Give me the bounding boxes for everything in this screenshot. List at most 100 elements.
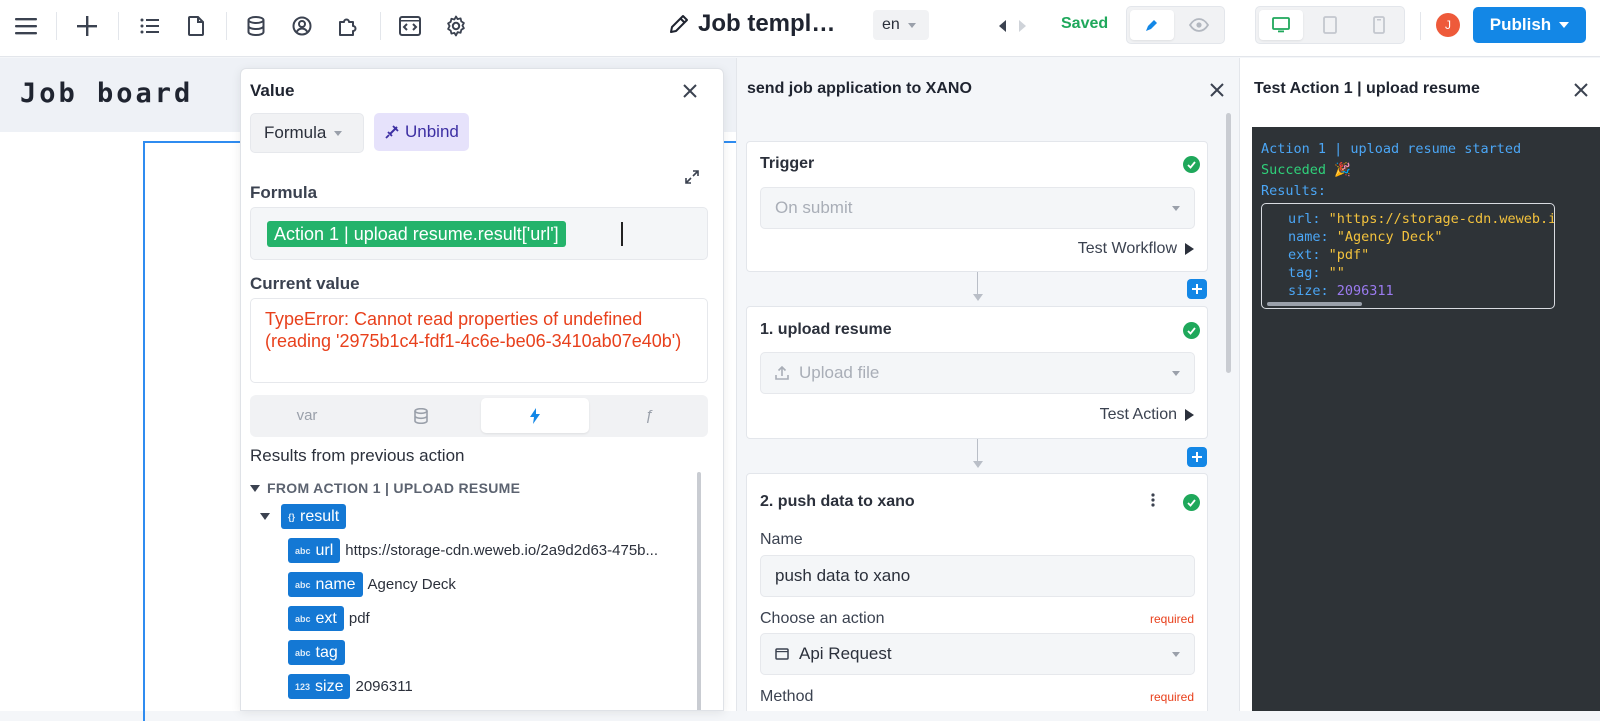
check-icon — [1183, 322, 1200, 339]
log-results-label: Results: — [1261, 183, 1327, 199]
avatar[interactable]: J — [1436, 13, 1460, 37]
field-chip[interactable]: abc url — [288, 538, 341, 563]
publish-button[interactable]: Publish — [1473, 7, 1586, 43]
result-field-row[interactable]: abc tag — [288, 640, 350, 665]
field-chip[interactable]: abc tag — [288, 640, 345, 665]
formula-label: Formula — [250, 183, 318, 202]
mobile-view-button[interactable] — [1357, 10, 1401, 40]
preview-mode-button[interactable] — [1177, 10, 1221, 40]
trigger-value: On submit — [775, 198, 853, 217]
action-group-label: FROM ACTION 1 | UPLOAD RESUME — [267, 480, 521, 496]
result-node[interactable]: {} result — [260, 504, 347, 529]
results-json-viewer[interactable]: url: "https://storage-cdn.weweb.io/2a na… — [1261, 203, 1555, 309]
test-action-label: Test Action — [1099, 406, 1177, 423]
panel-title: Value — [250, 81, 295, 100]
field-type: abc — [295, 647, 311, 658]
undo-arrow-icon[interactable] — [992, 12, 1012, 40]
workflow-panel: send job application to XANO Trigger On … — [736, 58, 1238, 711]
desktop-view-button[interactable] — [1259, 10, 1303, 40]
result-field-row[interactable]: abc name Agency Deck — [288, 572, 456, 597]
add-icon[interactable] — [73, 12, 101, 40]
toolbar-divider — [226, 12, 227, 40]
language-select[interactable]: en — [873, 10, 929, 40]
step-name-input[interactable]: push data to xano — [760, 555, 1195, 597]
scrollbar[interactable] — [1226, 113, 1231, 373]
edit-mode-button[interactable] — [1130, 10, 1174, 40]
field-chip[interactable]: abc ext — [288, 606, 344, 631]
code-window-icon[interactable] — [396, 12, 424, 40]
result-value: "pdf" — [1328, 247, 1370, 263]
result-field-row[interactable]: 123 size 2096311 — [288, 674, 413, 699]
chevron-down-icon — [1559, 22, 1570, 28]
horizontal-scrollbar[interactable] — [1267, 302, 1362, 306]
chevron-down-icon — [1172, 370, 1180, 376]
close-icon[interactable] — [1571, 80, 1591, 100]
result-value: "" — [1328, 265, 1345, 281]
plugin-puzzle-icon[interactable] — [334, 12, 362, 40]
more-options-icon[interactable] — [1151, 493, 1155, 507]
edit-preview-toggle — [1126, 6, 1225, 44]
pencil-icon — [668, 13, 690, 35]
field-key: size — [315, 677, 344, 695]
chevron-down-icon — [1172, 205, 1180, 211]
value-binding-panel: Value Formula Unbind Formula Action 1 | … — [240, 68, 724, 711]
device-toggle — [1255, 6, 1405, 44]
tablet-view-button[interactable] — [1308, 10, 1352, 40]
site-title[interactable]: Job board — [20, 78, 193, 109]
action-select[interactable]: Upload file — [760, 352, 1195, 394]
tab-variables[interactable]: var — [253, 398, 361, 433]
action-group-header[interactable]: FROM ACTION 1 | UPLOAD RESUME — [250, 480, 520, 496]
tab-formulas[interactable]: ƒ — [595, 398, 703, 433]
user-circle-icon[interactable] — [288, 12, 316, 40]
gear-icon[interactable] — [442, 12, 470, 40]
page-icon[interactable] — [182, 12, 210, 40]
page-title[interactable]: Job templ… — [668, 10, 835, 38]
card-title: 2. push data to xano — [760, 493, 915, 510]
tab-workflow-results[interactable] — [481, 398, 589, 433]
chevron-down-icon — [1172, 651, 1180, 657]
card-title: 1. upload resume — [760, 321, 892, 338]
test-workflow-button[interactable]: Test Workflow — [1078, 240, 1194, 258]
action-value: Upload file — [799, 363, 880, 382]
trigger-select[interactable]: On submit — [760, 187, 1195, 229]
add-step-button[interactable] — [1187, 279, 1207, 299]
result-key: result — [300, 507, 340, 525]
result-field-row[interactable]: abc ext pdf — [288, 606, 370, 631]
formula-editor[interactable]: Action 1 | upload resume.result['url'] — [250, 207, 708, 260]
field-chip[interactable]: abc name — [288, 572, 363, 597]
result-chip[interactable]: {} result — [281, 504, 347, 529]
check-icon — [1183, 494, 1200, 511]
close-icon[interactable] — [680, 81, 700, 101]
formula-token[interactable]: Action 1 | upload resume.result['url'] — [267, 221, 566, 247]
layers-list-icon[interactable] — [136, 12, 164, 40]
close-icon[interactable] — [1207, 80, 1227, 100]
result-field-row[interactable]: abc url https://storage-cdn.weweb.io/2a9d… — [288, 538, 658, 563]
field-chip[interactable]: 123 size — [288, 674, 351, 699]
menu-icon[interactable] — [12, 12, 40, 40]
binding-mode-select[interactable]: Formula — [250, 113, 364, 153]
database-icon[interactable] — [242, 12, 270, 40]
expand-icon[interactable] — [685, 170, 699, 184]
upload-resume-card: 1. upload resume Upload file Test Action — [746, 306, 1208, 439]
top-toolbar: Job templ… en Saved J Publish — [0, 0, 1600, 57]
scrollbar[interactable] — [697, 472, 701, 710]
action-type-select[interactable]: Api Request — [760, 633, 1195, 675]
tab-collections[interactable] — [367, 398, 475, 433]
result-entry: tag: "" — [1288, 264, 1554, 282]
test-panel-title: Test Action 1 | upload resume — [1254, 80, 1480, 97]
method-label: Method — [760, 688, 814, 705]
add-step-button[interactable] — [1187, 447, 1207, 467]
redo-arrow-icon[interactable] — [1013, 12, 1033, 40]
required-badge: required — [1149, 690, 1194, 704]
name-label: Name — [760, 531, 803, 548]
object-type-icon: {} — [288, 511, 296, 522]
arrow-down-icon — [973, 461, 983, 468]
field-type: abc — [295, 579, 311, 590]
flow-connector — [977, 439, 978, 463]
unbind-button[interactable]: Unbind — [374, 113, 469, 151]
binding-mode-value: Formula — [264, 123, 327, 142]
text-cursor — [621, 222, 623, 246]
test-action-button[interactable]: Test Action — [1100, 406, 1194, 424]
current-value-output: TypeError: Cannot read properties of und… — [250, 298, 708, 383]
lightning-icon — [529, 407, 541, 424]
